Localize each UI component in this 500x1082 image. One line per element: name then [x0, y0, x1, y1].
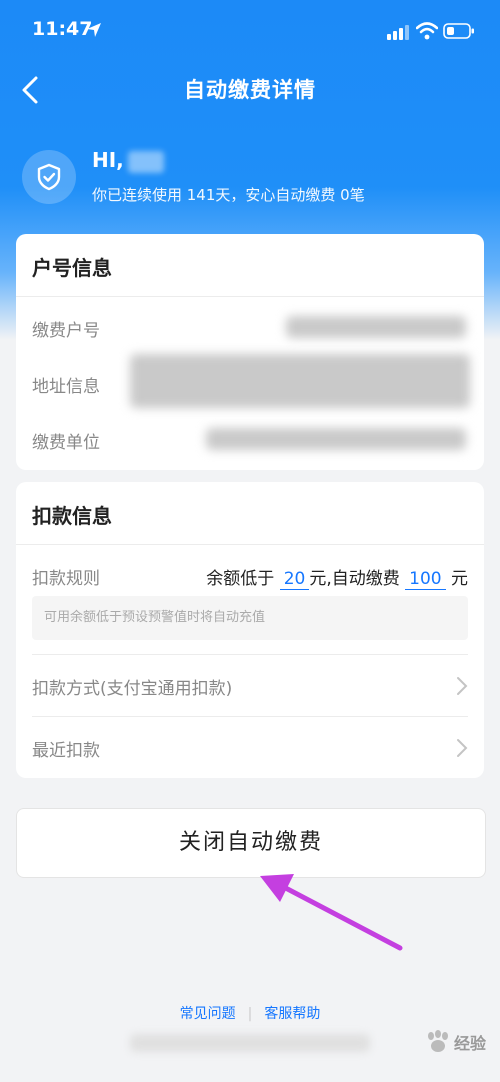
rule-prefix: 余额低于	[206, 569, 275, 589]
redacted-address	[130, 354, 470, 408]
divider	[16, 296, 484, 297]
recent-deduction-row[interactable]: 最近扣款	[16, 716, 484, 778]
payment-unit-label: 缴费单位	[32, 433, 100, 453]
battery-icon	[443, 23, 474, 39]
baidu-paw-icon	[428, 1030, 448, 1052]
usage-stats: 你已连续使用 141天，安心自动缴费 0笔	[92, 186, 365, 204]
recent-deduction-label: 最近扣款	[32, 741, 100, 761]
wifi-icon	[416, 22, 438, 40]
greeting-hi: HI,	[92, 148, 164, 173]
location-arrow-icon	[87, 23, 101, 37]
payment-method-label: 扣款方式(支付宝通用扣款)	[32, 679, 233, 699]
account-info-card: 户号信息 缴费户号 地址信息 缴费单位	[16, 234, 484, 470]
status-time: 11:47	[32, 18, 93, 40]
address-label: 地址信息	[32, 377, 100, 397]
signal-icon	[387, 25, 409, 40]
greeting-hi-text: HI,	[92, 148, 124, 172]
faq-link[interactable]: 常见问题	[180, 1006, 236, 1022]
chevron-right-icon	[457, 739, 468, 757]
help-link[interactable]: 客服帮助	[264, 1006, 320, 1022]
redacted-account-number	[286, 316, 466, 338]
account-card-title: 户号信息	[32, 256, 112, 280]
rule-label: 扣款规则	[32, 569, 100, 589]
annotation-arrow	[260, 874, 403, 951]
divider	[16, 544, 484, 545]
deduction-info-card: 扣款信息 扣款规则 余额低于 20 元,自动缴费 100 元 可用余额低于预设预警…	[16, 482, 484, 778]
rule-suffix: 元	[451, 569, 468, 589]
account-number-label: 缴费户号	[32, 321, 100, 341]
watermark-text: 经验	[453, 1034, 486, 1053]
redacted-footer-text	[130, 1034, 370, 1052]
deduction-card-title: 扣款信息	[32, 504, 112, 528]
amount-input[interactable]: 100	[405, 569, 446, 590]
threshold-input[interactable]: 20	[279, 569, 310, 590]
chevron-right-icon	[457, 677, 468, 695]
footer-separator: |	[247, 1006, 253, 1022]
redacted-payment-unit	[206, 428, 466, 450]
nav-bar: 自动缴费详情	[0, 60, 500, 120]
shield-check-icon	[37, 163, 61, 191]
rule-hint: 可用余额低于预设预警值时将自动充值	[32, 596, 468, 640]
redacted-username	[127, 150, 164, 173]
footer-links: 常见问题 | 客服帮助	[0, 1003, 500, 1023]
rule-value: 余额低于 20 元,自动缴费 100 元	[206, 564, 468, 590]
rule-mid: 元,自动缴费	[309, 569, 400, 589]
status-bar: 11:47	[0, 0, 500, 60]
shield-badge	[22, 150, 76, 204]
payment-method-row[interactable]: 扣款方式(支付宝通用扣款)	[16, 654, 484, 716]
page-title: 自动缴费详情	[184, 78, 316, 102]
